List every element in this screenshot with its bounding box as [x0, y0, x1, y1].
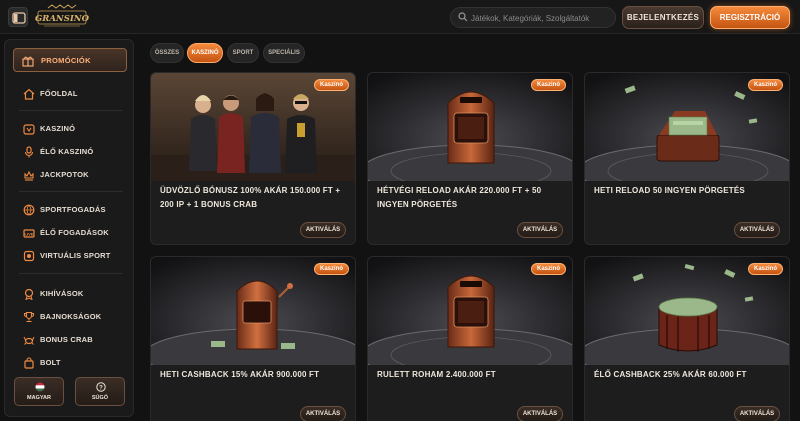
- sidebar-item-casino[interactable]: KASZINÓ: [13, 120, 127, 138]
- promo-card[interactable]: Kaszinó HETI CASHBACK 15% AKÁR 900.000 F…: [150, 256, 356, 421]
- sidebar-item-promotions[interactable]: PROMÓCIÓK: [13, 48, 127, 72]
- login-button[interactable]: BEJELENTKEZÉS: [622, 6, 704, 29]
- activate-button[interactable]: AKTIVÁLÁS: [517, 222, 563, 238]
- category-badge: Kaszinó: [530, 263, 566, 275]
- sidebar-item-home[interactable]: FŐOLDAL: [13, 85, 127, 103]
- promo-card[interactable]: Kaszinó ÉLŐ CASHBACK 25% AKÁR 60.000 FT …: [584, 256, 790, 421]
- sidebar-divider: [19, 191, 123, 192]
- tab-special[interactable]: SPECIÁLIS: [263, 43, 305, 63]
- promo-image-slot-machine-side: Kaszinó: [151, 257, 355, 365]
- promo-title: HETI CASHBACK 15% AKÁR 900.000 FT: [160, 370, 320, 379]
- tab-all[interactable]: ÖSSZES: [150, 43, 184, 63]
- promo-title: HETI RELOAD 50 INGYEN PÖRGETÉS: [594, 186, 745, 195]
- sidebar-item-jackpots[interactable]: JACKPOTOK: [13, 166, 127, 184]
- sidebar-item-label: JACKPOTOK: [40, 170, 89, 179]
- virtual-sport-icon: [23, 250, 35, 262]
- promo-image-slot-machine: Kaszinó: [368, 73, 572, 181]
- sidebar-item-bonus-crab[interactable]: BONUS CRAB: [13, 331, 127, 349]
- promo-image-money-chest: Kaszinó: [585, 73, 789, 181]
- activate-button[interactable]: AKTIVÁLÁS: [300, 222, 346, 238]
- sidebar-item-label: PROMÓCIÓK: [41, 56, 91, 65]
- promo-title: ÉLŐ CASHBACK 25% AKÁR 60.000 FT: [594, 370, 747, 379]
- promo-image-characters: Kaszinó: [151, 73, 355, 181]
- sidebar-item-label: ÉLŐ FOGADÁSOK: [40, 228, 109, 237]
- live-bets-icon: LIVE: [23, 229, 35, 238]
- challenges-icon: [24, 288, 34, 300]
- sidebar-item-tournaments[interactable]: BAJNOKSÁGOK: [13, 308, 127, 326]
- sidebar-item-label: BONUS CRAB: [40, 335, 93, 344]
- sidebar-item-label: KIHÍVÁSOK: [40, 289, 84, 298]
- live-casino-icon: [24, 146, 34, 158]
- home-icon: [23, 88, 35, 100]
- promo-card[interactable]: Kaszinó ÜDVÖZLŐ BÓNUSZ 100% AKÁR 150.000…: [150, 72, 356, 245]
- sidebar-item-sports-betting[interactable]: SPORTFOGADÁS: [13, 201, 127, 219]
- logo[interactable]: GRANSINO: [34, 4, 90, 30]
- category-badge: Kaszinó: [313, 263, 349, 275]
- sidebar-toggle-button[interactable]: [8, 7, 28, 27]
- sidebar-item-challenges[interactable]: KIHÍVÁSOK: [13, 285, 127, 303]
- promo-image-money-barrel: Kaszinó: [585, 257, 789, 365]
- sports-ball-icon: [23, 204, 35, 216]
- activate-button[interactable]: AKTIVÁLÁS: [517, 406, 563, 421]
- trophy-icon: [23, 311, 35, 323]
- svg-text:LIVE: LIVE: [25, 232, 34, 237]
- sidebar-item-label: BAJNOKSÁGOK: [40, 312, 102, 321]
- svg-text:?: ?: [99, 385, 103, 391]
- register-button[interactable]: REGISZTRÁCIÓ: [710, 6, 790, 29]
- promo-title: HÉTVÉGI RELOAD AKÁR 220.000 FT + 50 INGY…: [377, 186, 542, 209]
- language-button[interactable]: MAGYAR: [14, 377, 64, 406]
- shop-icon: [24, 357, 34, 369]
- top-bar: GRANSINO BEJELENTKEZÉS REGISZTRÁCIÓ: [0, 0, 800, 34]
- tab-casino[interactable]: KASZINÓ: [187, 43, 223, 63]
- sidebar-item-label: KASZINÓ: [40, 124, 76, 133]
- sidebar: PROMÓCIÓK FŐOLDAL KASZINÓ ÉLŐ KASZINÓ JA…: [4, 39, 134, 417]
- sidebar-item-label: VIRTUÁLIS SPORT: [40, 251, 111, 260]
- sidebar-item-label: FŐOLDAL: [40, 89, 78, 98]
- jackpot-icon: [24, 170, 34, 181]
- help-icon: ?: [96, 382, 106, 392]
- category-badge: Kaszinó: [747, 263, 783, 275]
- category-badge: Kaszinó: [313, 79, 349, 91]
- search-icon: [458, 12, 468, 22]
- tab-sport[interactable]: SPORT: [227, 43, 259, 63]
- sidebar-divider: [19, 273, 123, 274]
- sidebar-item-shop[interactable]: BOLT: [13, 354, 127, 372]
- category-badge: Kaszinó: [530, 79, 566, 91]
- sidebar-item-live-bets[interactable]: LIVE ÉLŐ FOGADÁSOK: [13, 224, 127, 242]
- activate-button[interactable]: AKTIVÁLÁS: [734, 406, 780, 421]
- casino-icon: [23, 124, 35, 135]
- help-button[interactable]: ? SÚGÓ: [75, 377, 125, 406]
- sidebar-item-label: ÉLŐ KASZINÓ: [40, 147, 94, 156]
- hungarian-flag-icon: [35, 382, 45, 392]
- activate-button[interactable]: AKTIVÁLÁS: [300, 406, 346, 421]
- promo-title: ÜDVÖZLŐ BÓNUSZ 100% AKÁR 150.000 FT + 20…: [160, 186, 341, 209]
- language-label: MAGYAR: [27, 395, 51, 401]
- promo-title: RULETT ROHAM 2.400.000 FT: [377, 370, 496, 379]
- gift-icon: [22, 56, 34, 67]
- promo-card[interactable]: Kaszinó HETI RELOAD 50 INGYEN PÖRGETÉS A…: [584, 72, 790, 245]
- sidebar-item-virtual-sport[interactable]: VIRTUÁLIS SPORT: [13, 247, 127, 265]
- activate-button[interactable]: AKTIVÁLÁS: [734, 222, 780, 238]
- category-badge: Kaszinó: [747, 79, 783, 91]
- crab-icon: [23, 336, 35, 345]
- sidebar-item-live-casino[interactable]: ÉLŐ KASZINÓ: [13, 143, 127, 161]
- promo-card[interactable]: Kaszinó RULETT ROHAM 2.400.000 FT AKTIVÁ…: [367, 256, 573, 421]
- sidebar-item-label: SPORTFOGADÁS: [40, 205, 106, 214]
- promo-image-slot-machine: Kaszinó: [368, 257, 572, 365]
- svg-text:GRANSINO: GRANSINO: [35, 14, 90, 24]
- search-input[interactable]: [471, 10, 611, 26]
- search-bar[interactable]: [450, 7, 616, 28]
- sidebar-item-label: BOLT: [40, 358, 61, 367]
- panel-icon: [12, 12, 26, 24]
- help-label: SÚGÓ: [91, 395, 109, 401]
- sidebar-divider: [19, 110, 123, 111]
- promo-card[interactable]: Kaszinó HÉTVÉGI RELOAD AKÁR 220.000 FT +…: [367, 72, 573, 245]
